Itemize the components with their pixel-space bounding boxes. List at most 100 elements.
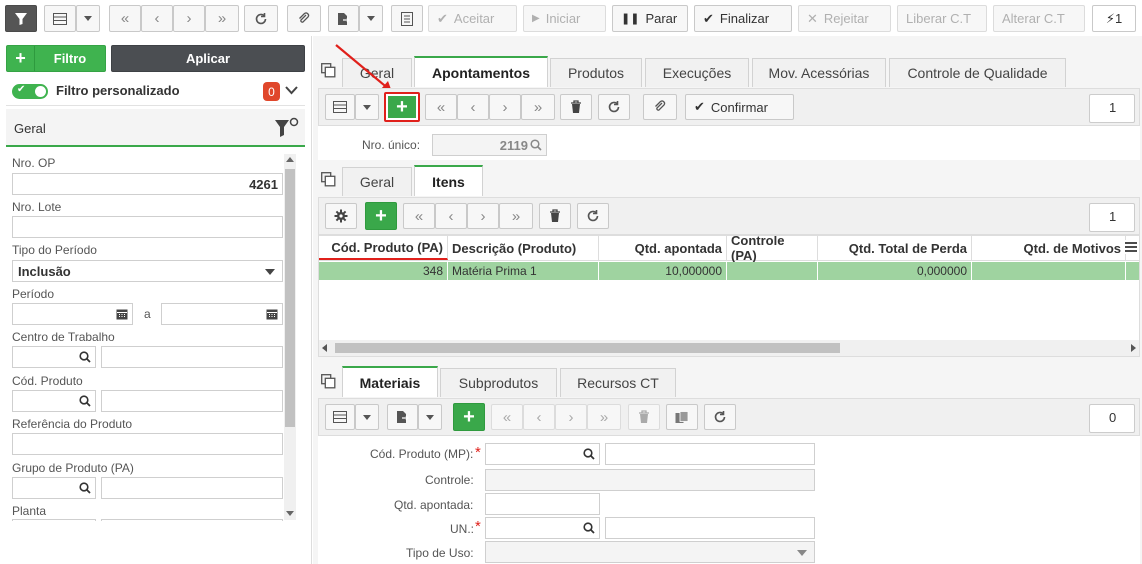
nro-unico-field[interactable]: 2119 (432, 134, 547, 156)
first-record-button[interactable]: « (425, 94, 457, 120)
next-record-button[interactable]: › (555, 404, 587, 430)
duplicate-button[interactable] (666, 404, 698, 430)
periodo-end-field[interactable] (161, 303, 283, 325)
prev-record-button[interactable]: ‹ (457, 94, 489, 120)
filter-settings-icon[interactable] (274, 117, 300, 139)
refresh-button[interactable] (577, 203, 609, 229)
chevron-down-icon[interactable] (285, 86, 298, 95)
aceitar-button[interactable]: ✔ Aceitar (428, 5, 517, 32)
export-button[interactable] (328, 5, 359, 32)
grid-view-dropdown[interactable] (355, 94, 379, 120)
tab-execucoes[interactable]: Execuções (645, 58, 749, 87)
tab-apontamentos[interactable]: Apontamentos (414, 56, 548, 87)
tab-materiais[interactable]: Materiais (342, 366, 438, 397)
planta-desc-field[interactable] (101, 519, 283, 521)
qtd-apontada-field[interactable] (485, 493, 600, 515)
column-header[interactable]: Qtd. de Motivos (972, 236, 1126, 260)
add-item-button[interactable]: + (365, 202, 397, 230)
delete-button[interactable] (628, 404, 660, 430)
tab-produtos[interactable]: Produtos (550, 58, 642, 87)
tab-controle-qualidade[interactable]: Controle de Qualidade (889, 58, 1066, 87)
horizontal-scrollbar[interactable] (319, 340, 1139, 356)
finalizar-button[interactable]: ✔ Finalizar (694, 5, 792, 32)
column-header[interactable]: Qtd. apontada (599, 236, 727, 260)
cod-produto-code-field[interactable] (12, 390, 96, 412)
first-record-button[interactable]: « (403, 203, 435, 229)
centro-trabalho-code-field[interactable] (12, 346, 96, 368)
grid-view-dropdown[interactable] (76, 5, 100, 32)
prev-record-button[interactable]: ‹ (141, 5, 173, 32)
liberar-ct-button[interactable]: Liberar C.T (897, 5, 987, 32)
add-apontamento-button[interactable]: + (384, 92, 420, 122)
grid-view-button[interactable] (325, 404, 355, 430)
scroll-up-icon[interactable] (286, 157, 294, 162)
search-icon[interactable] (79, 351, 91, 363)
search-icon[interactable] (583, 522, 595, 534)
last-record-button[interactable]: » (205, 5, 239, 32)
search-icon[interactable] (79, 395, 91, 407)
confirmar-button[interactable]: ✔ Confirmar (685, 94, 794, 120)
refresh-button[interactable] (598, 94, 630, 120)
subtab-itens[interactable]: Itens (414, 165, 483, 196)
tab-recursos-ct[interactable]: Recursos CT (560, 368, 676, 397)
add-material-button[interactable]: + (453, 403, 485, 431)
grid-view-button[interactable] (44, 5, 76, 32)
prev-record-button[interactable]: ‹ (523, 404, 555, 430)
cod-produto-mp-field[interactable] (485, 443, 600, 465)
export-dropdown[interactable] (359, 5, 383, 32)
scroll-down-icon[interactable] (286, 511, 294, 516)
custom-filter-toggle[interactable]: ✔ (12, 84, 48, 99)
tipo-periodo-select[interactable]: Inclusão (12, 260, 283, 282)
export-dropdown[interactable] (418, 404, 442, 430)
prev-record-button[interactable]: ‹ (435, 203, 467, 229)
parar-button[interactable]: ❚❚ Parar (612, 5, 688, 32)
iniciar-button[interactable]: ▶ Iniciar (523, 5, 606, 32)
subtab-geral[interactable]: Geral (342, 167, 412, 196)
next-record-button[interactable]: › (467, 203, 499, 229)
tab-mov-acessorias[interactable]: Mov. Acessórias (752, 58, 886, 87)
aplicar-button[interactable]: Aplicar (111, 45, 305, 72)
controle-field[interactable] (485, 469, 815, 491)
calendar-icon[interactable] (116, 308, 128, 320)
calendar-icon[interactable] (266, 308, 278, 320)
first-record-button[interactable]: « (491, 404, 523, 430)
rejeitar-button[interactable]: ✕ Rejeitar (798, 5, 891, 32)
scroll-right-icon[interactable] (1131, 344, 1136, 352)
column-header[interactable]: Cód. Produto (PA) (319, 236, 448, 260)
scroll-thumb[interactable] (285, 169, 295, 427)
copy-icon[interactable] (321, 172, 336, 187)
delete-button[interactable] (539, 203, 571, 229)
periodo-start-field[interactable] (12, 303, 133, 325)
first-record-button[interactable]: « (109, 5, 141, 32)
table-row[interactable]: 348 Matéria Prima 1 10,000000 0,000000 (319, 262, 1139, 280)
refresh-button[interactable] (244, 5, 278, 32)
next-record-button[interactable]: › (173, 5, 205, 32)
last-record-button[interactable]: » (499, 203, 533, 229)
filter-scrollbar[interactable] (284, 154, 296, 520)
search-icon[interactable] (79, 482, 91, 494)
un-desc-field[interactable] (605, 517, 815, 539)
report-button[interactable] (391, 5, 423, 32)
grupo-produto-code-field[interactable] (12, 477, 96, 499)
grid-view-button[interactable] (325, 94, 355, 120)
column-header[interactable]: Controle (PA) (727, 236, 818, 263)
referencia-produto-field[interactable] (12, 433, 283, 455)
filter-toggle-button[interactable] (5, 5, 37, 32)
column-menu-icon[interactable] (1125, 240, 1139, 254)
next-record-button[interactable]: › (489, 94, 521, 120)
last-record-button[interactable]: » (587, 404, 621, 430)
export-button[interactable] (387, 404, 418, 430)
delete-button[interactable] (560, 94, 592, 120)
column-header[interactable]: Qtd. Total de Perda (818, 236, 972, 260)
attachment-button[interactable] (287, 5, 321, 32)
search-icon[interactable] (583, 448, 595, 460)
centro-trabalho-desc-field[interactable] (101, 346, 283, 368)
scroll-left-icon[interactable] (322, 344, 327, 352)
scroll-thumb[interactable] (335, 343, 840, 353)
filtro-button[interactable]: + Filtro (6, 45, 106, 72)
last-record-button[interactable]: » (521, 94, 555, 120)
actions-counter-button[interactable]: ⚡ 1 (1092, 5, 1136, 32)
cod-produto-mp-desc[interactable] (605, 443, 815, 465)
alterar-ct-button[interactable]: Alterar C.T (993, 5, 1085, 32)
tipo-uso-select[interactable] (485, 541, 815, 563)
